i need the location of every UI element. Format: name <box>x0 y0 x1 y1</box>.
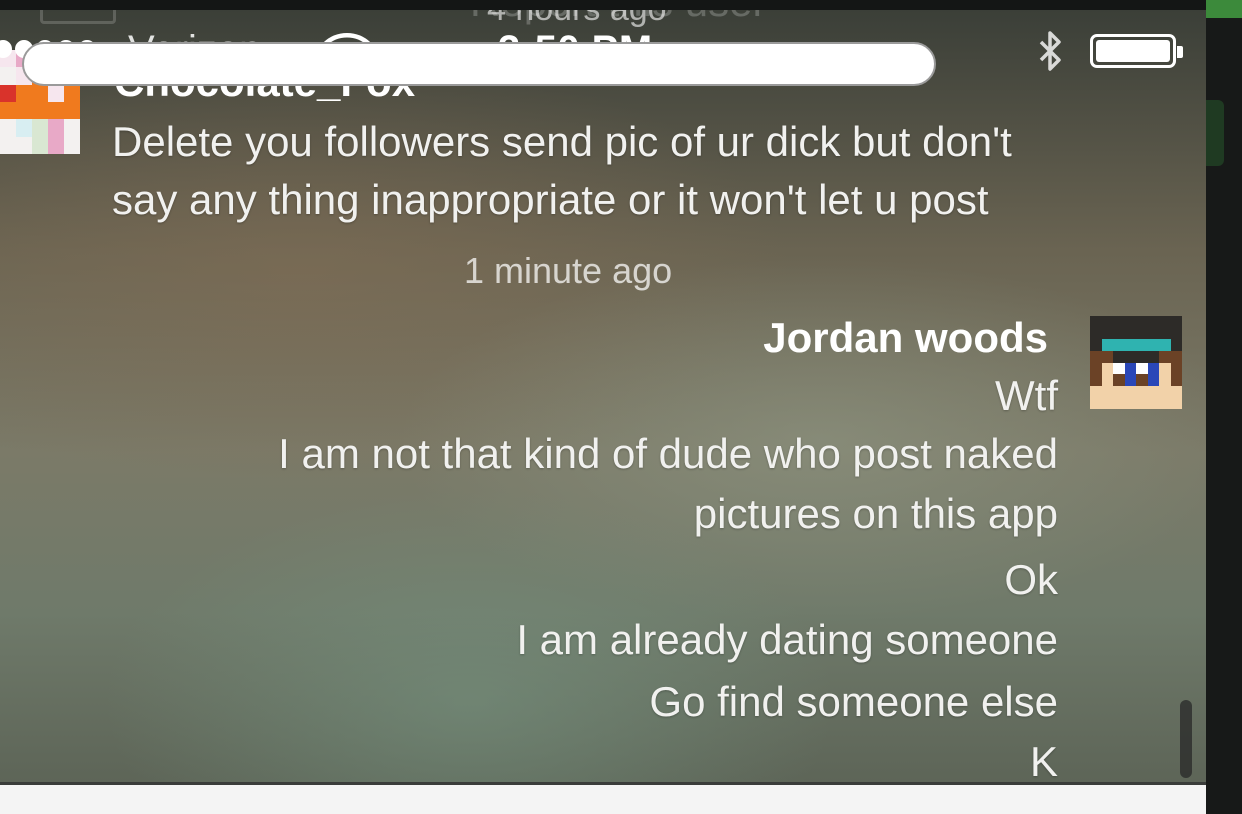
message-line: I am not that kind of dude who post nake… <box>278 430 1058 477</box>
message-line: Delete you followers send pic of ur dick… <box>112 118 1012 165</box>
message-line: I am already dating someone <box>516 616 1058 663</box>
scroll-indicator[interactable] <box>1180 700 1192 778</box>
message-input[interactable] <box>22 42 936 86</box>
chat-screen: Report this user 4 hours ago Chocolate_F… <box>0 10 1206 814</box>
message-timestamp: 1 minute ago <box>464 250 673 291</box>
ghost-timestamp: 4 hours ago <box>487 10 667 29</box>
avatar-jordan-woods[interactable] <box>1090 316 1182 409</box>
message-line: Wtf <box>995 372 1058 419</box>
top-edge <box>0 0 1206 10</box>
background-app-edge <box>1206 0 1242 814</box>
message-line: Ok <box>1004 556 1058 603</box>
sender-name: Jordan woods <box>763 314 1048 361</box>
message-line: pictures on this app <box>693 490 1058 537</box>
ghost-back-button <box>40 10 116 24</box>
message-input-bar <box>0 782 1206 814</box>
message-line: K <box>1029 738 1058 785</box>
message-line: say any thing inappropriate or it won't … <box>112 176 989 223</box>
message-line: Go find someone else <box>649 678 1058 725</box>
